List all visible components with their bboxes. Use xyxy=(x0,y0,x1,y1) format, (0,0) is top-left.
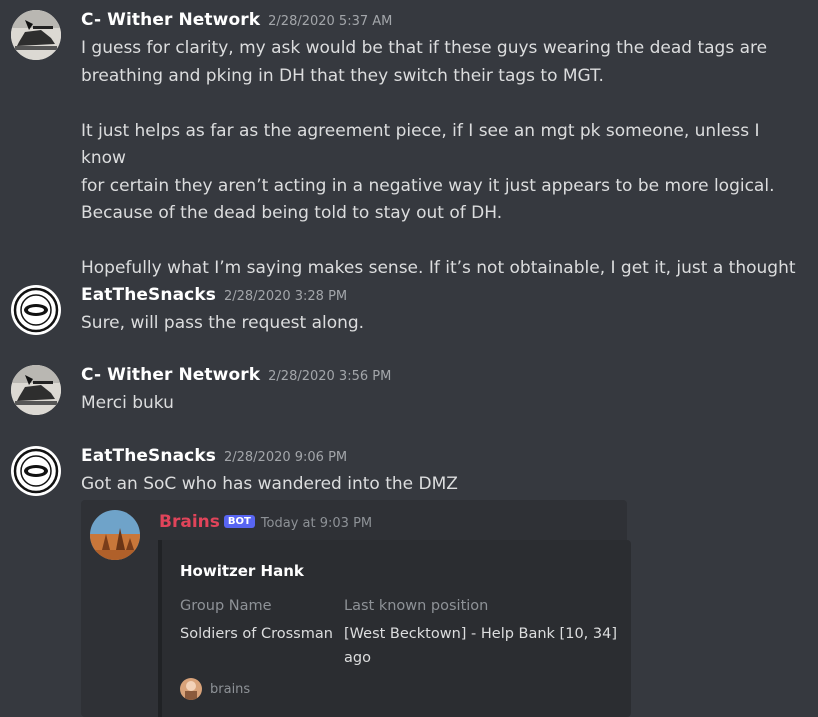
embed-card: Howitzer Hank Group Name Last known posi… xyxy=(158,540,631,717)
message-line: Got an SoC who has wandered into the DMZ xyxy=(81,474,458,494)
desert-rocks-avatar-icon[interactable] xyxy=(90,510,140,560)
message-header: C- Wither Network 2/28/2020 5:37 AM xyxy=(81,10,392,30)
brains-footer-icon xyxy=(180,678,202,700)
author-name[interactable]: EatTheSnacks xyxy=(81,446,216,466)
message-line: Merci buku xyxy=(81,393,174,413)
message-header: EatTheSnacks 2/28/2020 3:28 PM xyxy=(81,285,347,305)
message-line: I guess for clarity, my ask would be tha… xyxy=(81,38,768,58)
message-content: Got an SoC who has wandered into the DMZ xyxy=(81,471,801,499)
bot-header: Brains BOT Today at 9:03 PM xyxy=(159,512,372,532)
message-line: Because of the dead being told to stay o… xyxy=(81,203,503,223)
embed-field-name-group: Group Name xyxy=(180,598,272,614)
seal-avatar-icon[interactable] xyxy=(11,446,61,496)
message-timestamp: 2/28/2020 5:37 AM xyxy=(268,14,393,29)
bot-badge: BOT xyxy=(223,515,255,528)
message-timestamp: 2/28/2020 3:56 PM xyxy=(268,369,392,384)
bot-timestamp: Today at 9:03 PM xyxy=(260,516,373,531)
bot-message-block: Brains BOT Today at 9:03 PM Howitzer Hank … xyxy=(81,500,631,717)
message-line: It just helps as far as the agreement pi… xyxy=(81,120,760,169)
message-line: Hopefully what I’m saying makes sense. I… xyxy=(81,258,796,278)
message-content: I guess for clarity, my ask would be tha… xyxy=(81,35,801,283)
message-line: breathing and pking in DH that they swit… xyxy=(81,65,604,86)
seal-avatar-icon[interactable] xyxy=(11,285,61,335)
message-line: for certain they aren’t acting in a nega… xyxy=(81,175,775,196)
message-line: Sure, will pass the request along. xyxy=(81,313,365,333)
embed-field-value-position: [West Becktown] - Help Bank [10, 34] ago xyxy=(344,622,634,670)
author-name[interactable]: C- Wither Network xyxy=(81,365,260,385)
message-header: EatTheSnacks 2/28/2020 9:06 PM xyxy=(81,446,347,466)
message-timestamp: 2/28/2020 3:28 PM xyxy=(223,289,348,304)
position-line: [West Becktown] - Help Bank [10, 34] xyxy=(344,626,617,642)
message-content: Merci buku xyxy=(81,390,801,418)
tank-avatar-icon[interactable] xyxy=(11,365,61,415)
embed-field-value-group: Soldiers of Crossman xyxy=(180,626,333,642)
position-line: ago xyxy=(344,650,371,666)
message-content: Sure, will pass the request along. xyxy=(81,310,801,338)
message-header: C- Wither Network 2/28/2020 3:56 PM xyxy=(81,365,391,385)
embed-title: Howitzer Hank xyxy=(180,562,304,580)
bot-name[interactable]: Brains xyxy=(159,512,220,532)
embed-footer: brains xyxy=(180,678,250,700)
message-timestamp: 2/28/2020 9:06 PM xyxy=(223,450,348,465)
author-name[interactable]: EatTheSnacks xyxy=(81,285,216,305)
tank-avatar-icon[interactable] xyxy=(11,10,61,60)
embed-footer-text: brains xyxy=(210,681,251,697)
author-name[interactable]: C- Wither Network xyxy=(81,10,260,30)
embed-field-name-position: Last known position xyxy=(344,598,489,614)
